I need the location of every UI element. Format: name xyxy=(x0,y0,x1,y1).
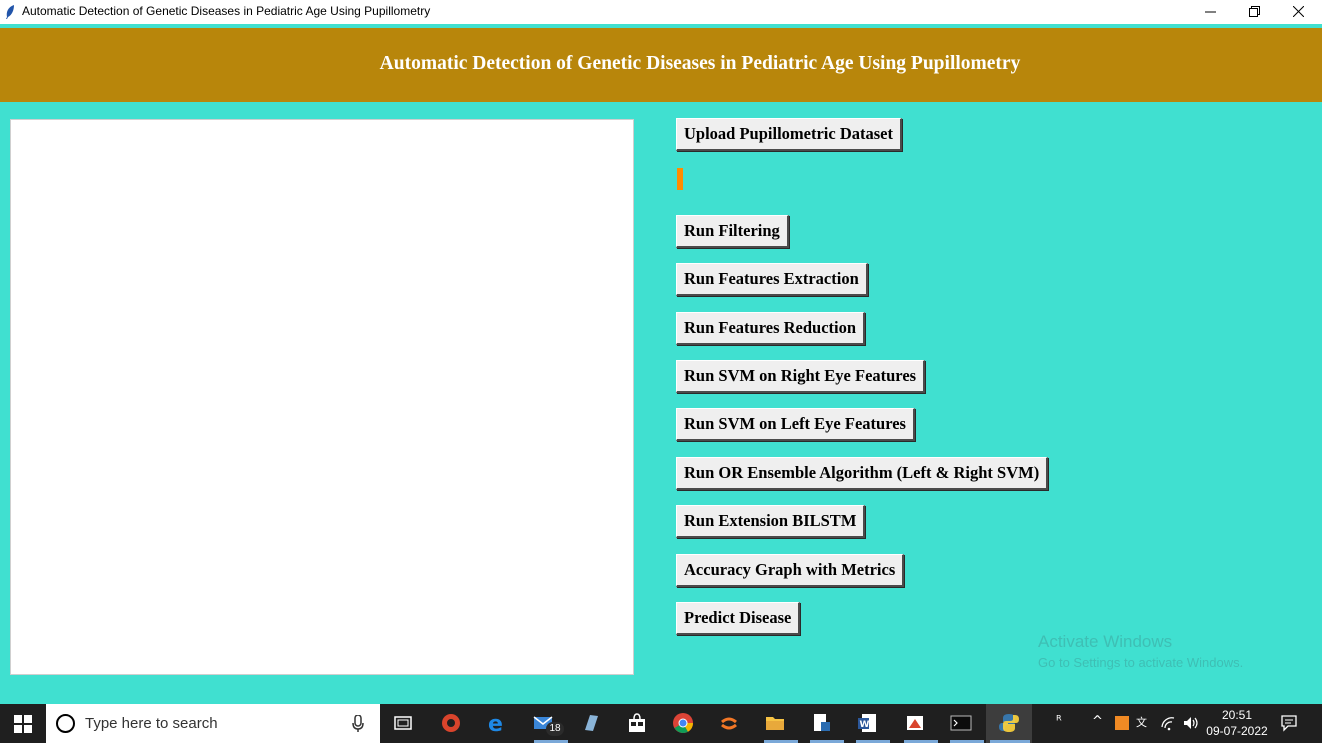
file-explorer-icon[interactable] xyxy=(764,712,786,734)
python-icon[interactable] xyxy=(998,712,1020,734)
word-icon[interactable]: W xyxy=(856,712,878,734)
mail-badge: 18 xyxy=(546,722,564,736)
minimize-button[interactable] xyxy=(1188,0,1232,22)
minimize-icon xyxy=(1204,11,1216,12)
predict-disease-button[interactable]: Predict Disease xyxy=(676,602,801,635)
page-title: Automatic Detection of Genetic Diseases … xyxy=(379,53,1021,74)
microphone-icon[interactable] xyxy=(352,715,364,733)
watermark-line-1: Activate Windows xyxy=(1038,632,1173,651)
run-filtering-button[interactable]: Run Filtering xyxy=(676,215,789,248)
run-features-extraction-button[interactable]: Run Features Extraction xyxy=(676,263,868,296)
run-features-reduction-button[interactable]: Run Features Reduction xyxy=(676,312,866,345)
people-icon[interactable]: ᴿ xyxy=(1056,714,1062,729)
chevron-up-icon[interactable]: ^ xyxy=(1092,714,1103,729)
taskbar-search-box[interactable]: Type here to search xyxy=(46,704,380,743)
chrome-icon[interactable] xyxy=(672,712,694,734)
close-icon xyxy=(1292,5,1304,17)
blue-app-icon[interactable] xyxy=(580,712,602,734)
windows-start-icon xyxy=(14,714,32,733)
tray-app-icon[interactable] xyxy=(1114,714,1130,732)
clock-time: 20:51 xyxy=(1221,708,1253,722)
jupyter-icon[interactable] xyxy=(718,712,740,734)
run-svm-right-eye-button[interactable]: Run SVM on Right Eye Features xyxy=(676,360,926,393)
taskbar: Type here to search e W ᴿ ^ 文 20:51 09-0… xyxy=(0,704,1322,743)
accuracy-graph-button[interactable]: Accuracy Graph with Metrics xyxy=(676,554,905,587)
terminal-icon[interactable] xyxy=(950,712,972,734)
system-clock[interactable]: 20:51 09-07-2022 xyxy=(1204,707,1270,739)
output-text-area[interactable] xyxy=(10,119,634,675)
run-svm-left-eye-button[interactable]: Run SVM on Left Eye Features xyxy=(676,408,915,441)
svg-text:e: e xyxy=(488,712,503,734)
app-header: Automatic Detection of Genetic Diseases … xyxy=(0,28,1322,102)
start-button[interactable] xyxy=(0,704,46,743)
speaker-icon[interactable] xyxy=(1182,714,1200,732)
language-icon[interactable]: 文 xyxy=(1136,714,1147,730)
restore-button[interactable] xyxy=(1232,0,1276,22)
document-icon[interactable] xyxy=(810,712,832,734)
edge-icon[interactable]: e xyxy=(486,712,508,734)
red-tool-icon[interactable] xyxy=(904,712,926,734)
notification-icon[interactable] xyxy=(1280,714,1298,732)
search-placeholder: Type here to search xyxy=(85,715,218,732)
store-icon[interactable] xyxy=(626,712,648,734)
dataset-path-indicator xyxy=(677,168,683,190)
red-app-icon[interactable] xyxy=(440,712,462,734)
search-circle-icon xyxy=(56,714,75,733)
watermark-line-2: Go to Settings to activate Windows. xyxy=(1038,655,1244,670)
window-titlebar: Automatic Detection of Genetic Diseases … xyxy=(0,0,1322,24)
activate-windows-watermark: Activate Windows Go to Settings to activ… xyxy=(1038,632,1243,670)
restore-icon xyxy=(1248,5,1260,17)
svg-text:W: W xyxy=(860,720,870,730)
clock-date: 09-07-2022 xyxy=(1206,724,1268,738)
wifi-icon[interactable] xyxy=(1160,714,1178,732)
close-button[interactable] xyxy=(1276,0,1320,22)
task-view-icon[interactable] xyxy=(392,712,414,734)
upload-dataset-button[interactable]: Upload Pupillometric Dataset xyxy=(676,118,902,151)
window-title: Automatic Detection of Genetic Diseases … xyxy=(22,4,431,18)
run-extension-bilstm-button[interactable]: Run Extension BILSTM xyxy=(676,505,866,538)
feather-icon xyxy=(6,5,14,19)
run-or-ensemble-button[interactable]: Run OR Ensemble Algorithm (Left & Right … xyxy=(676,457,1049,490)
